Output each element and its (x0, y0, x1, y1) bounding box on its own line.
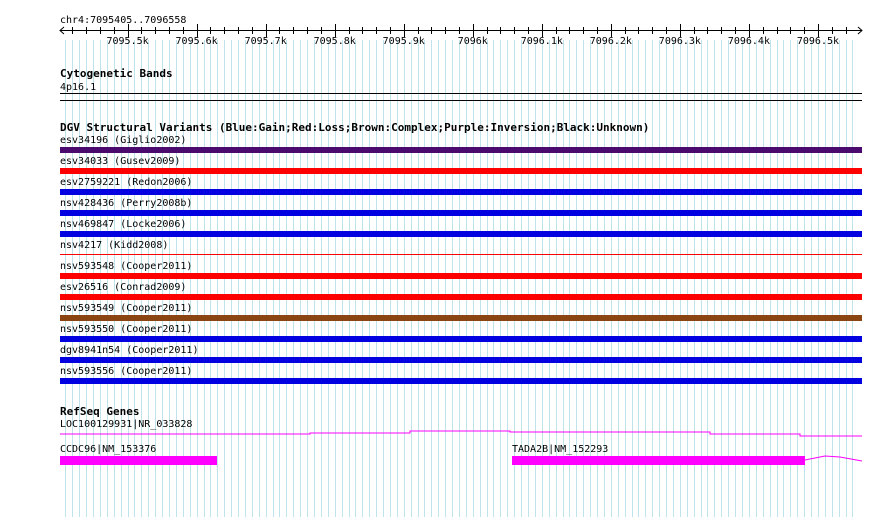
variant-bar[interactable] (60, 254, 862, 255)
variant-label[interactable]: dgv8941n54 (Cooper2011) (60, 345, 198, 356)
ruler-tick-label: 7095.9k (383, 36, 425, 47)
gene-loc100129931-intron-line[interactable] (60, 430, 862, 437)
variant-bar[interactable] (60, 294, 862, 300)
variant-label[interactable]: esv26516 (Conrad2009) (60, 282, 186, 293)
gene-ccdc96-exon[interactable] (60, 456, 217, 465)
variant-bar[interactable] (60, 147, 862, 153)
variant-label[interactable]: nsv428436 (Perry2008b) (60, 198, 192, 209)
variant-label[interactable]: nsv593550 (Cooper2011) (60, 324, 192, 335)
refseq-track-title[interactable]: RefSeq Genes (60, 406, 139, 417)
ruler-tick-label: 7095.5k (107, 36, 149, 47)
ruler-tick-label: 7096.1k (521, 36, 563, 47)
variant-label[interactable]: nsv4217 (Kidd2008) (60, 240, 168, 251)
gene-tada2b-intron-line[interactable] (804, 455, 863, 462)
variant-label[interactable]: esv34033 (Gusev2009) (60, 156, 180, 167)
variant-bar[interactable] (60, 210, 862, 216)
gene-tada2b-exon[interactable] (512, 456, 805, 465)
variant-bar[interactable] (60, 357, 862, 363)
cytoband-label: 4p16.1 (60, 82, 97, 93)
variant-bar[interactable] (60, 189, 862, 195)
variant-bar[interactable] (60, 378, 862, 384)
variant-label[interactable]: nsv593548 (Cooper2011) (60, 261, 192, 272)
variant-bar[interactable] (60, 231, 862, 237)
variant-bar[interactable] (60, 168, 862, 174)
ruler[interactable]: 7095.5k 7095.6k 7095.7k 7095.8k 7095.9k 7096k… (0, 18, 890, 48)
cytoband-line-top[interactable] (60, 93, 862, 94)
cytoband-track-title[interactable]: Cytogenetic Bands (60, 68, 173, 79)
ruler-tick-label: 7096.3k (659, 36, 701, 47)
ruler-tick-label: 7095.7k (245, 36, 287, 47)
cytoband-line-bottom[interactable] (60, 100, 862, 101)
variant-label[interactable]: nsv593556 (Cooper2011) (60, 366, 192, 377)
ruler-tick-label: 7096k (458, 36, 488, 47)
variant-bar[interactable] (60, 336, 862, 342)
ruler-tick-label: 7096.5k (797, 36, 839, 47)
ruler-tick-label: 7095.8k (314, 36, 356, 47)
variant-bar[interactable] (60, 273, 862, 279)
ruler-tick-label: 7096.2k (590, 36, 632, 47)
variant-label[interactable]: esv34196 (Giglio2002) (60, 135, 186, 146)
variant-label[interactable]: esv2759221 (Redon2006) (60, 177, 192, 188)
ruler-tick-label: 7095.6k (176, 36, 218, 47)
variant-label[interactable]: nsv593549 (Cooper2011) (60, 303, 192, 314)
dgv-track-title[interactable]: DGV Structural Variants (Blue:Gain;Red:L… (60, 122, 649, 133)
ruler-tick-label: 7096.4k (728, 36, 770, 47)
refseq-gene-features[interactable] (0, 420, 890, 480)
variant-bar[interactable] (60, 315, 862, 321)
variant-label[interactable]: nsv469847 (Locke2006) (60, 219, 186, 230)
